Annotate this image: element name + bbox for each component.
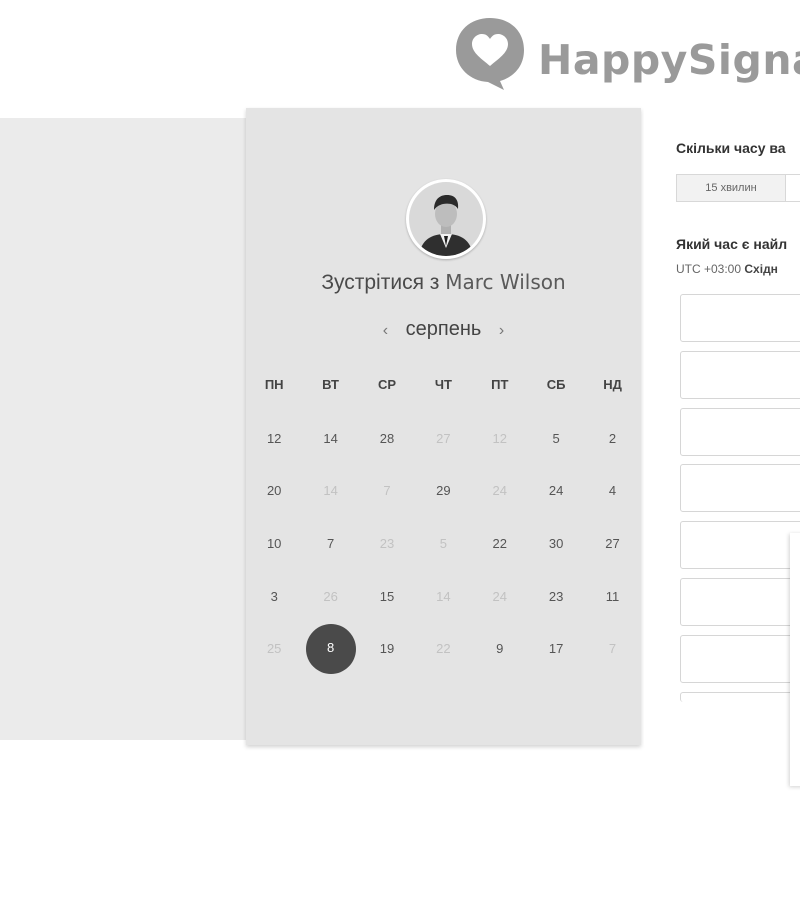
- month-label: серпень: [405, 318, 482, 340]
- duration-options: 15 хвилин: [676, 174, 800, 202]
- calendar-day[interactable]: 17: [528, 641, 584, 656]
- calendar-day-unavailable: 27: [436, 430, 451, 446]
- calendar-day-unavailable: 26: [323, 588, 338, 604]
- calendar-day[interactable]: 12: [246, 431, 302, 446]
- calendar-week-row: 12 14 28 27 12 5 2: [246, 412, 641, 465]
- calendar-day-unavailable: 7: [608, 641, 617, 657]
- weekday-label: СБ: [546, 376, 566, 392]
- logo-text: HappySigna: [538, 36, 800, 84]
- weekday-label: ЧТ: [434, 376, 452, 392]
- calendar-day-unavailable: 23: [379, 535, 395, 551]
- calendar-day[interactable]: 27: [584, 536, 640, 551]
- booking-panel: Скільки часу ва 15 хвилин Який час є най…: [644, 108, 800, 745]
- timezone-offset: UTC +03:00: [676, 262, 742, 276]
- calendar-day[interactable]: 3: [246, 589, 302, 604]
- floating-card-edge: [790, 533, 800, 786]
- left-backdrop: [0, 118, 246, 740]
- calendar-day-unavailable: 24: [492, 483, 507, 499]
- calendar-day[interactable]: 20: [246, 483, 302, 498]
- calendar-day[interactable]: 28: [359, 431, 415, 446]
- prev-month-icon[interactable]: ‹: [371, 322, 400, 339]
- duration-option-15min[interactable]: 15 хвилин: [676, 174, 786, 202]
- duration-question: Скільки часу ва: [676, 140, 786, 156]
- calendar-day[interactable]: 29: [415, 483, 471, 498]
- calendar-day[interactable]: 24: [528, 483, 584, 498]
- calendar-day-selected[interactable]: 8: [302, 623, 358, 674]
- heart-chat-icon: [456, 18, 524, 90]
- time-slot[interactable]: [680, 464, 800, 513]
- calendar-days: 12 14 28 27 12 5 2 20 14 7 29 24 24 4 10 7 23 5 22 30 27 3 26 1…: [246, 412, 641, 675]
- calendar-day-unavailable: 7: [383, 483, 391, 499]
- calendar-panel: Зустрітися з Marc Wilson ‹ серпень › ПН …: [246, 108, 641, 745]
- selected-day-label: 8: [305, 623, 356, 674]
- host-avatar: [406, 179, 486, 259]
- time-question: Який час є найл: [676, 236, 788, 252]
- calendar-day[interactable]: 19: [359, 641, 415, 656]
- calendar-day[interactable]: 23: [528, 589, 584, 604]
- host-name: Marc Wilson: [445, 270, 566, 294]
- time-slot-list: [680, 294, 800, 710]
- meeting-title: Зустрітися з Marc Wilson: [246, 270, 641, 295]
- meeting-prefix: Зустрітися з: [321, 271, 446, 294]
- calendar-week-row: 10 7 23 5 22 30 27: [246, 517, 641, 570]
- calendar-day[interactable]: 15: [359, 589, 415, 604]
- weekday-header: ПН ВТ СР ЧТ ПТ СБ НД: [246, 370, 641, 398]
- weekday-label: СР: [377, 376, 396, 392]
- weekday-label: ПТ: [491, 376, 509, 392]
- calendar-week-row: 20 14 7 29 24 24 4: [246, 465, 641, 518]
- calendar-day[interactable]: 9: [472, 641, 528, 656]
- weekday-label: ПН: [264, 376, 284, 392]
- calendar-day[interactable]: 5: [528, 431, 584, 446]
- timezone-name: Східн: [744, 262, 778, 276]
- time-slot[interactable]: [680, 521, 800, 570]
- time-slot[interactable]: [680, 634, 800, 683]
- calendar-day[interactable]: 10: [246, 536, 302, 551]
- weekday-label: ВТ: [322, 376, 339, 392]
- timezone-label: UTC +03:00 Східн: [676, 262, 778, 276]
- calendar-day[interactable]: 11: [584, 589, 640, 604]
- next-month-icon[interactable]: ›: [487, 322, 516, 339]
- calendar-day-unavailable: 14: [323, 483, 338, 499]
- calendar-day[interactable]: 22: [472, 536, 528, 551]
- time-slot[interactable]: [680, 577, 800, 626]
- time-slot[interactable]: [680, 691, 800, 702]
- calendar-grid: ПН ВТ СР ЧТ ПТ СБ НД 12 14 28 27 12 5 2 20 14 7 29…: [246, 370, 641, 675]
- calendar-day[interactable]: 4: [584, 483, 640, 498]
- time-slot[interactable]: [680, 407, 800, 456]
- duration-option-next[interactable]: [786, 174, 800, 202]
- calendar-day-unavailable: 5: [439, 535, 447, 551]
- calendar-day-unavailable: 22: [436, 641, 451, 657]
- calendar-day[interactable]: 7: [302, 536, 358, 551]
- calendar-day-unavailable: 25: [266, 641, 282, 657]
- calendar-day[interactable]: 2: [584, 431, 640, 446]
- month-navigation: ‹ серпень ›: [246, 318, 641, 341]
- calendar-week-row: 3 26 15 14 24 23 11: [246, 570, 641, 623]
- calendar-day-unavailable: 14: [436, 588, 451, 604]
- weekday-label: НД: [603, 376, 622, 392]
- calendar-week-row: 25 8 19 22 9 17 7: [246, 622, 641, 675]
- calendar-day[interactable]: 14: [302, 431, 358, 446]
- calendar-day[interactable]: 30: [528, 536, 584, 551]
- calendar-day-unavailable: 12: [492, 430, 507, 446]
- time-slot[interactable]: [680, 294, 800, 342]
- time-slot[interactable]: [680, 350, 800, 399]
- person-photo-icon: [409, 182, 483, 256]
- calendar-day-unavailable: 24: [492, 588, 507, 604]
